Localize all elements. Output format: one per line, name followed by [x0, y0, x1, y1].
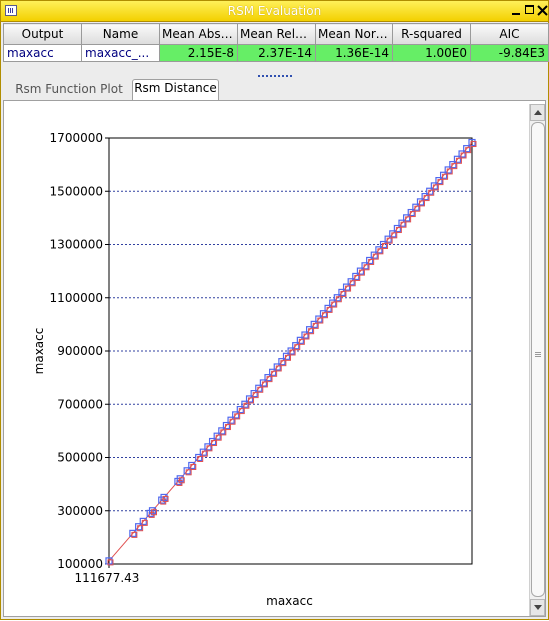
y-tick-label: 300000 [57, 504, 103, 518]
y-tick-label: 100000 [57, 557, 103, 571]
scroll-down-button[interactable] [530, 599, 545, 616]
scroll-up-button[interactable] [530, 104, 545, 121]
y-tick-label: 1300000 [50, 238, 103, 252]
chevron-up-icon [534, 110, 542, 115]
y-tick-label: 1500000 [50, 184, 103, 198]
vertical-scrollbar[interactable] [529, 104, 545, 616]
grip-icon [535, 352, 541, 358]
scroll-thumb[interactable] [531, 122, 545, 597]
rsm-distance-chart: 100000 300000 500000 700000 900000 1100000 130… [32, 131, 477, 608]
chevron-down-icon [534, 605, 542, 610]
x-axis-label: maxacc [266, 594, 313, 608]
y-tick-label: 1700000 [50, 131, 103, 145]
y-tick-label: 1100000 [50, 291, 103, 305]
y-tick-label: 700000 [57, 397, 103, 411]
rsm-evaluation-window: RSM Evaluation Output Name Mean Absol...… [0, 0, 549, 620]
y-axis-label: maxacc [32, 328, 46, 375]
y-tick-label: 900000 [57, 344, 103, 358]
y-tick-label: 500000 [57, 451, 103, 465]
x-tick-label: 111677.43 [75, 571, 140, 585]
